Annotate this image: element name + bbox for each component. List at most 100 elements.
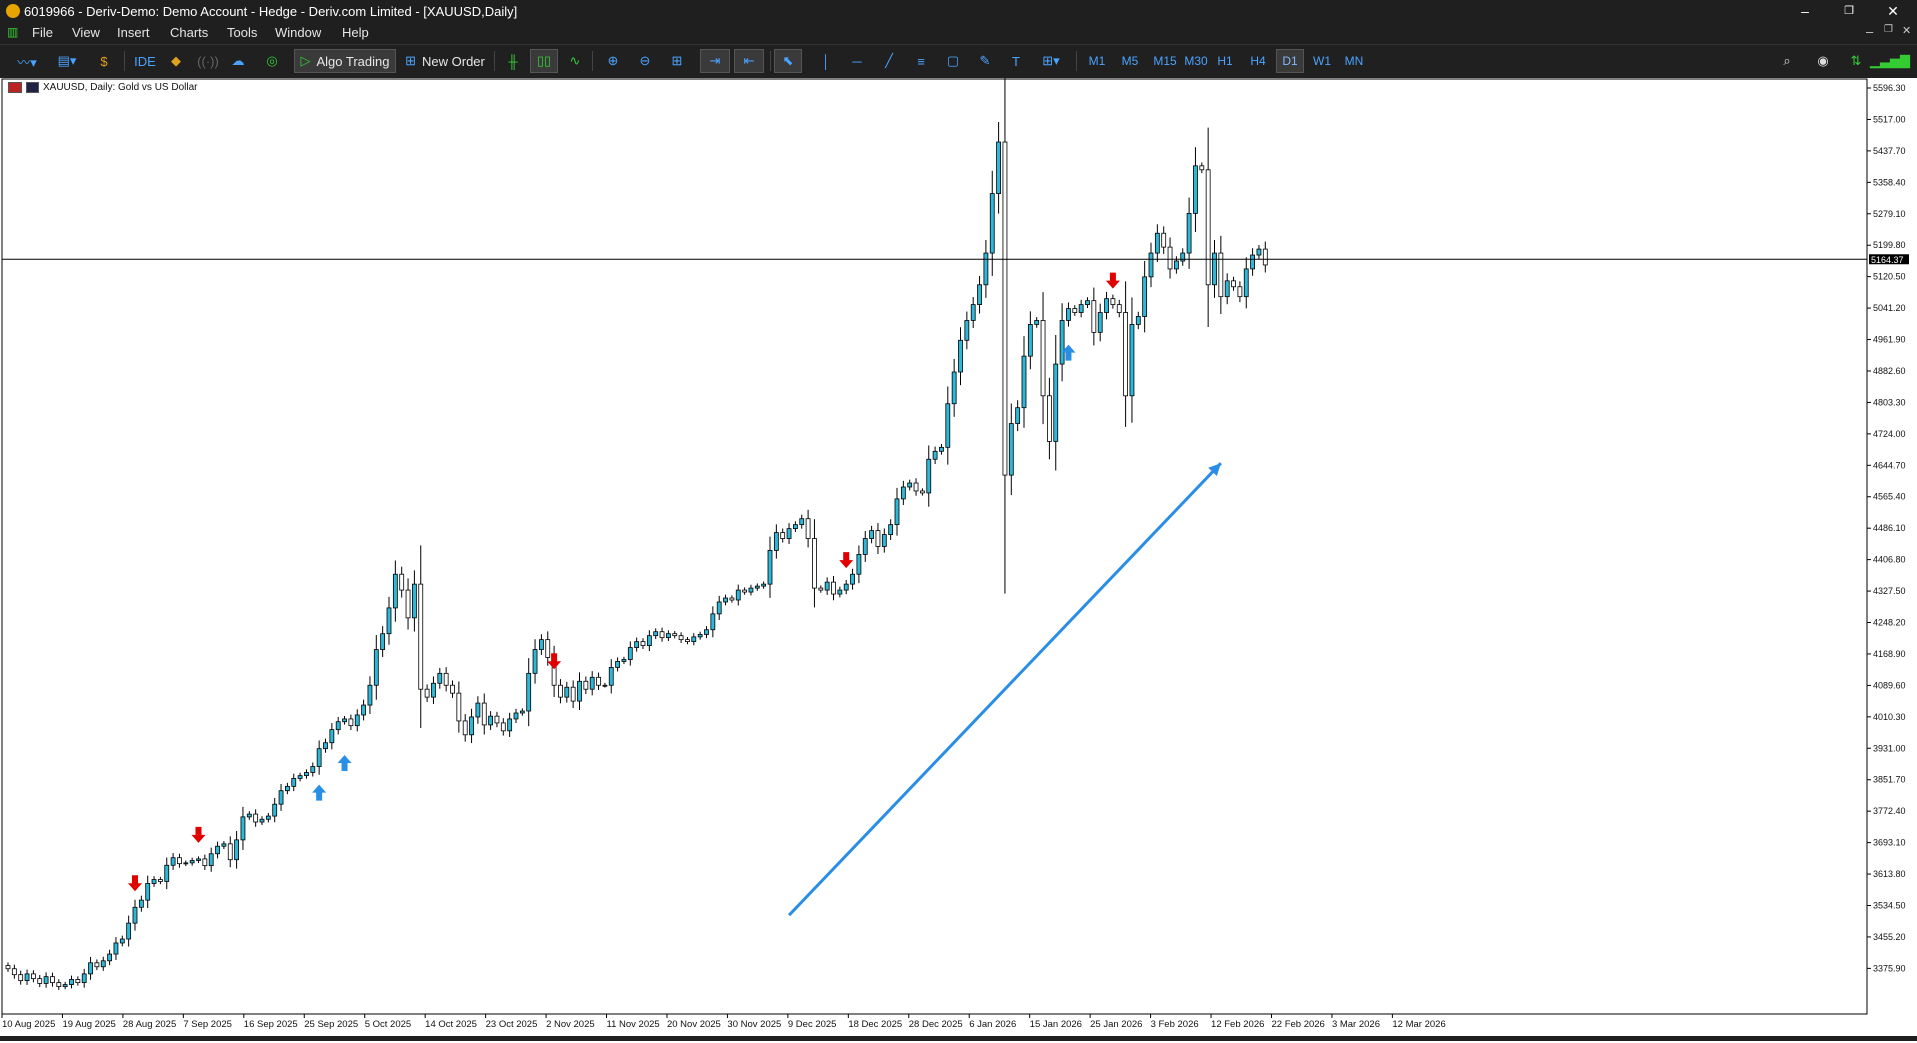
timeframe-m1[interactable]: M1 bbox=[1083, 49, 1111, 73]
bar-chart-icon[interactable]: ╫ bbox=[502, 49, 524, 73]
menu-window[interactable]: Window bbox=[275, 25, 321, 40]
timeframe-d1[interactable]: D1 bbox=[1276, 49, 1304, 73]
candle-body bbox=[659, 631, 665, 639]
candle-body bbox=[646, 635, 652, 646]
connection-status-icon[interactable]: ⇅ bbox=[1846, 49, 1866, 73]
candle-body bbox=[1205, 169, 1211, 286]
timeframe-m30[interactable]: M30 bbox=[1180, 49, 1212, 73]
menu-help[interactable]: Help bbox=[342, 25, 369, 40]
candle-body bbox=[805, 518, 811, 539]
menu-file[interactable]: File bbox=[32, 25, 53, 40]
candle-body bbox=[392, 573, 398, 609]
menu-view[interactable]: View bbox=[72, 25, 100, 40]
candle-body bbox=[354, 714, 360, 727]
close-button[interactable]: ✕ bbox=[1871, 0, 1915, 22]
zoom-out-icon[interactable]: ⊖ bbox=[634, 49, 656, 73]
globe-icon[interactable]: ◎ bbox=[262, 49, 282, 73]
vertical-line-icon[interactable]: │ bbox=[816, 49, 836, 73]
horizontal-line-icon[interactable]: ─ bbox=[846, 49, 868, 73]
shapes-icon[interactable]: ▢ bbox=[942, 49, 964, 73]
market-watch-icon[interactable]: $ bbox=[94, 49, 114, 73]
vps-cloud-icon[interactable]: ☁ bbox=[228, 49, 248, 73]
candle-body bbox=[253, 813, 259, 823]
candle-body bbox=[1091, 300, 1097, 333]
cursor-icon[interactable]: ⬉ bbox=[774, 49, 802, 73]
candle-body bbox=[958, 339, 963, 373]
chart-area[interactable]: 5596.30 5517.00 5437.70 5358.40 5279.10 5199.… bbox=[0, 23, 1917, 1038]
x-tick-label: 3 Feb 2026 bbox=[1151, 1019, 1199, 1030]
candle-body bbox=[913, 482, 919, 492]
y-tick-label: 5437.70 bbox=[1873, 146, 1906, 156]
chart-restore-button[interactable]: ❐ bbox=[1884, 24, 1893, 35]
chart-menu-icon[interactable] bbox=[8, 82, 22, 93]
x-tick-label: 25 Sep 2025 bbox=[304, 1019, 358, 1030]
candle-body bbox=[596, 676, 601, 686]
market-icon[interactable]: ◆ bbox=[166, 49, 186, 73]
x-tick-label: 9 Dec 2025 bbox=[788, 1019, 837, 1030]
candle-body bbox=[284, 785, 290, 792]
candle-body bbox=[869, 530, 874, 539]
timeframe-m5[interactable]: M5 bbox=[1116, 49, 1144, 73]
channel-icon[interactable]: ≡ bbox=[910, 49, 932, 73]
text-tool-icon[interactable]: T bbox=[1006, 49, 1026, 73]
candle-body bbox=[221, 843, 227, 847]
objects-menu-icon[interactable]: ⊞▾ bbox=[1034, 49, 1068, 73]
menu-insert[interactable]: Insert bbox=[117, 25, 150, 40]
candle-body bbox=[570, 686, 576, 702]
candle-body bbox=[126, 922, 132, 940]
candle-body bbox=[132, 906, 138, 924]
app-logo-icon bbox=[6, 4, 20, 18]
account-icon[interactable]: ◉ bbox=[1812, 49, 1834, 73]
candle-body bbox=[265, 815, 271, 820]
candle-body bbox=[69, 979, 74, 985]
menu-tools[interactable]: Tools bbox=[227, 25, 257, 40]
candle-body bbox=[373, 649, 379, 686]
candle-body bbox=[24, 973, 30, 982]
candle-body bbox=[1053, 363, 1059, 442]
current-price-label: 5164.37 bbox=[1871, 255, 1904, 265]
signals-icon[interactable]: ((·)) bbox=[197, 49, 219, 73]
candle-body bbox=[1212, 252, 1217, 286]
x-tick-label: 7 Sep 2025 bbox=[183, 1019, 232, 1030]
x-tick-label: 23 Oct 2025 bbox=[486, 1019, 538, 1030]
new-order-button[interactable]: ⊞ New Order bbox=[402, 49, 488, 73]
pencil-icon[interactable]: ✎ bbox=[974, 49, 996, 73]
candle-body bbox=[177, 857, 182, 865]
candle-body bbox=[907, 482, 913, 488]
candle-body bbox=[411, 583, 417, 619]
line-chart-icon[interactable]: ∿ bbox=[564, 49, 586, 73]
candle-body bbox=[62, 984, 68, 987]
candlestick-chart-icon[interactable]: ▯▯ bbox=[530, 49, 558, 73]
auto-scroll-icon[interactable]: ⇥ bbox=[700, 49, 730, 73]
candle-body bbox=[615, 661, 620, 668]
candle-body bbox=[157, 879, 163, 882]
chart-template-icon[interactable]: ▤▾ bbox=[50, 49, 84, 73]
price-chart[interactable]: 5596.30 5517.00 5437.70 5358.40 5279.10 5199.… bbox=[0, 23, 1917, 1038]
candle-body bbox=[558, 684, 563, 698]
timeframe-m15[interactable]: M15 bbox=[1149, 49, 1181, 73]
timeframe-w1[interactable]: W1 bbox=[1308, 49, 1336, 73]
y-tick-label: 5358.40 bbox=[1873, 177, 1906, 187]
candle-body bbox=[723, 597, 728, 603]
candle-body bbox=[577, 680, 582, 702]
chart-close-button[interactable]: ✕ bbox=[1902, 24, 1911, 37]
y-tick-label: 3613.80 bbox=[1873, 869, 1906, 879]
ide-button[interactable]: IDE bbox=[130, 49, 160, 73]
sell-arrow-icon bbox=[128, 875, 142, 892]
chart-type-line-icon[interactable]: 〰▾ bbox=[10, 49, 44, 73]
timeframe-mn[interactable]: MN bbox=[1340, 49, 1368, 73]
menu-charts[interactable]: Charts bbox=[170, 25, 208, 40]
chart-window-icon[interactable]: ▥ bbox=[7, 25, 18, 39]
timeframe-h1[interactable]: H1 bbox=[1211, 49, 1239, 73]
chart-minimize-button[interactable]: – bbox=[1866, 24, 1873, 39]
tile-windows-icon[interactable]: ⊞ bbox=[666, 49, 688, 73]
search-icon[interactable]: ⌕ bbox=[1776, 49, 1798, 73]
timeframe-h4[interactable]: H4 bbox=[1244, 49, 1272, 73]
algo-trading-button[interactable]: ▷ Algo Trading bbox=[294, 49, 396, 73]
candle-body bbox=[418, 583, 424, 690]
trendline-icon[interactable]: ╱ bbox=[878, 49, 900, 73]
chart-shift-icon[interactable]: ⇤ bbox=[734, 49, 764, 73]
maximize-button[interactable]: ❐ bbox=[1827, 0, 1871, 22]
minimize-button[interactable]: – bbox=[1783, 0, 1827, 22]
zoom-in-icon[interactable]: ⊕ bbox=[602, 49, 624, 73]
